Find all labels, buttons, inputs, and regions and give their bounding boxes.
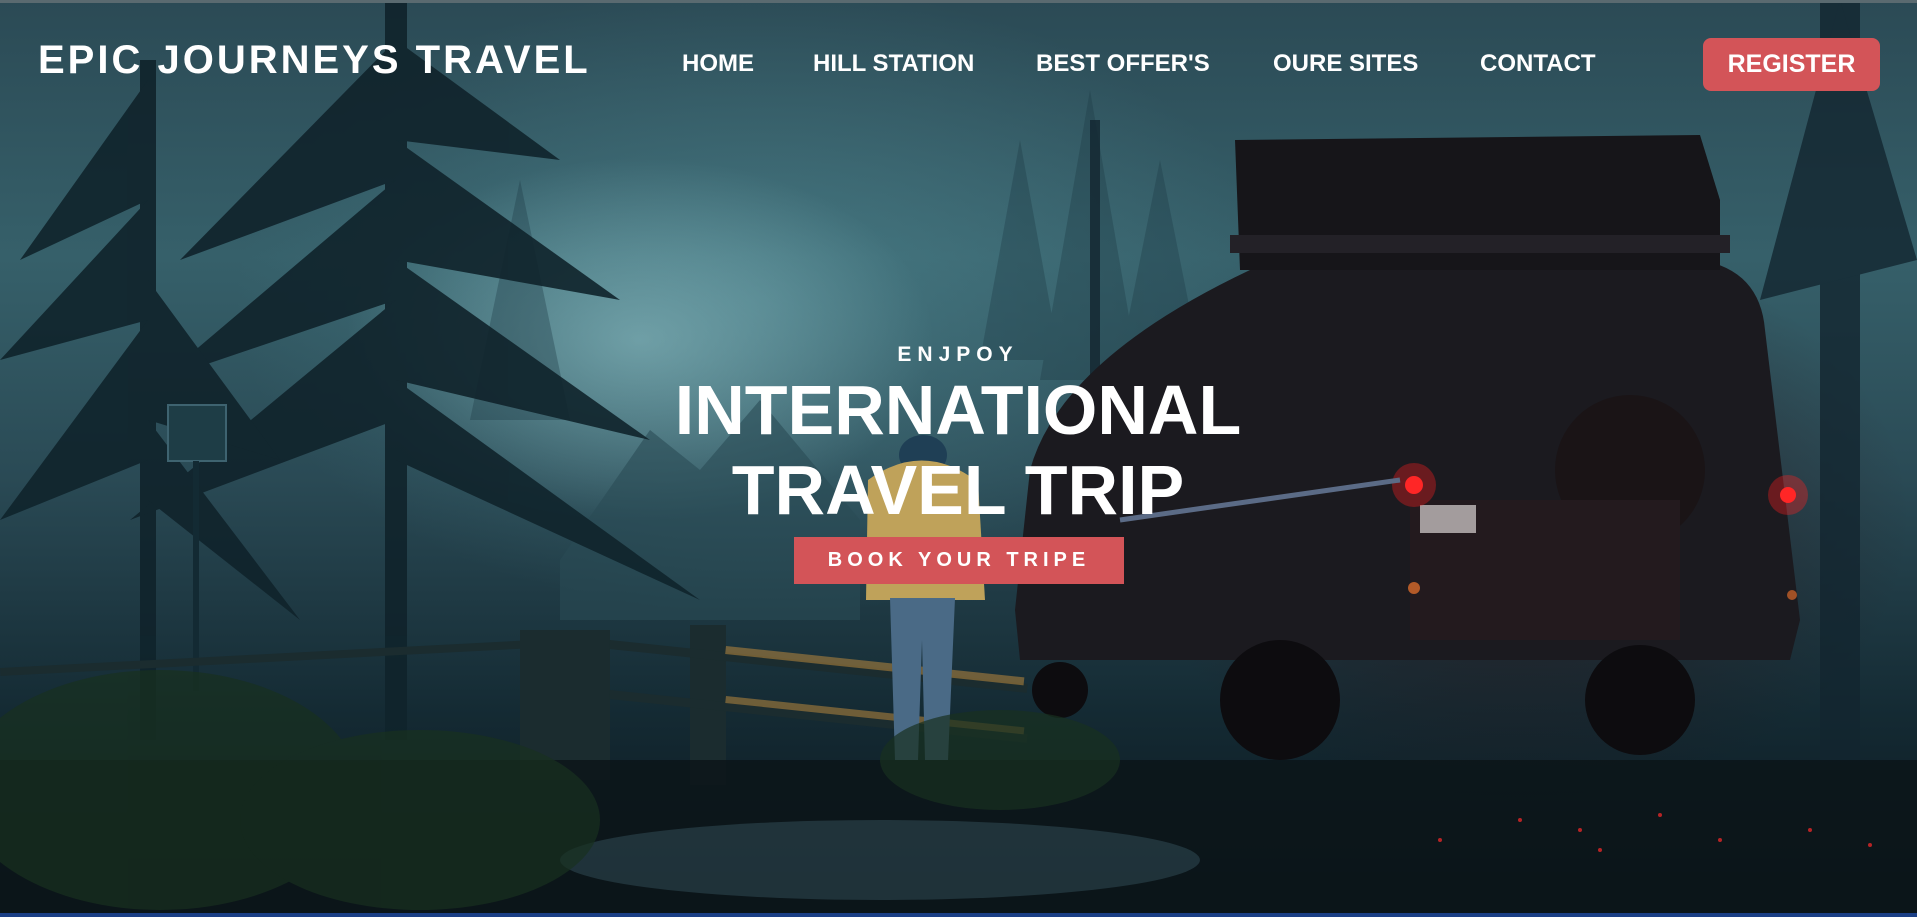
register-button[interactable]: REGISTER (1703, 38, 1880, 91)
nav-link-best-offers[interactable]: BEST OFFER'S (1036, 50, 1210, 78)
hero-title: INTERNATIONAL TRAVEL TRIP (608, 370, 1308, 530)
bottom-border (0, 913, 1917, 917)
hero-title-line-2: TRAVEL TRIP (731, 451, 1185, 529)
top-border (0, 0, 1917, 3)
hero-eyebrow: ENJPOY (897, 343, 1019, 366)
hero-title-line-1: INTERNATIONAL (674, 371, 1242, 449)
nav-link-contact[interactable]: CONTACT (1480, 50, 1596, 78)
hero-section: EPIC JOURNEYS TRAVEL HOME HILL STATION B… (0, 0, 1917, 917)
nav-link-oure-sites[interactable]: OURE SITES (1273, 50, 1418, 78)
brand-logo-text[interactable]: EPIC JOURNEYS TRAVEL (38, 38, 591, 83)
nav-link-hill-station[interactable]: HILL STATION (813, 50, 974, 78)
nav-link-home[interactable]: HOME (682, 50, 754, 78)
book-trip-button[interactable]: BOOK YOUR TRIPE (794, 537, 1124, 584)
